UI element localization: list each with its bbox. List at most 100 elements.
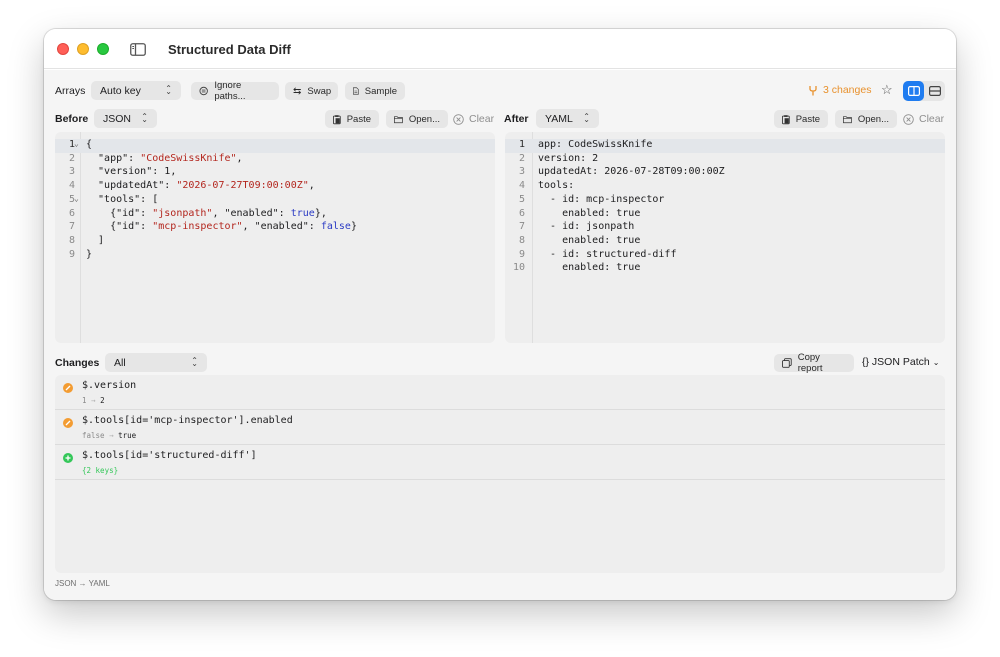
- star-icon: ☆: [881, 82, 893, 97]
- modified-icon: [63, 383, 73, 393]
- arrays-select-value: Auto key: [100, 84, 141, 97]
- line-number: 6: [518, 207, 525, 219]
- code-text: "tools": [: [86, 193, 159, 205]
- line-number: 2: [518, 152, 525, 164]
- chevron-down-icon: ⌄: [932, 357, 940, 367]
- sample-icon: [353, 87, 359, 95]
- clear-icon: [453, 113, 464, 125]
- modified-icon: [63, 418, 73, 428]
- changes-filter-value: All: [114, 356, 126, 369]
- favorite-button[interactable]: ☆: [881, 82, 893, 98]
- code-line: 1 app: CodeSwissKnife: [505, 139, 945, 153]
- after-editor[interactable]: 1 app: CodeSwissKnife 2 version: 2 3 upd…: [505, 132, 945, 343]
- before-format-value: JSON: [103, 112, 132, 125]
- chevron-updown-icon: ⌃ ⌄: [141, 112, 148, 124]
- code-text: app: CodeSwissKnife: [538, 139, 653, 150]
- code-line: 3 updatedAt: 2026-07-28T09:00:00Z: [505, 166, 945, 180]
- code-text: version: 2: [538, 152, 599, 164]
- change-item[interactable]: $.tools[id='mcp-inspector'].enabled fals…: [55, 410, 945, 445]
- export-format-label: {} JSON Patch: [862, 356, 930, 368]
- before-format-select[interactable]: JSON ⌃ ⌄: [94, 109, 157, 128]
- before-paste-button[interactable]: Paste: [325, 110, 379, 128]
- code-text: - id: mcp-inspector: [538, 193, 665, 205]
- changes-icon: [809, 85, 817, 95]
- before-open-button[interactable]: Open...: [386, 110, 448, 128]
- code-text: "updatedAt": "2026-07-27T09:00:00Z",: [86, 180, 315, 192]
- line-number: 8: [68, 234, 75, 246]
- line-number: 7: [68, 221, 75, 233]
- code-line: 1 ⌄ {: [55, 139, 495, 153]
- toggle-sidebar-button[interactable]: [126, 39, 150, 59]
- fold-chevron-icon[interactable]: ⌄: [74, 139, 79, 148]
- after-label: After: [504, 113, 529, 125]
- after-format-select[interactable]: YAML ⌃ ⌄: [536, 109, 599, 128]
- folder-icon: [394, 115, 403, 123]
- change-path: $.tools[id='mcp-inspector'].enabled: [82, 415, 293, 426]
- copy-report-label: Copy report: [797, 352, 823, 374]
- arrays-label: Arrays: [55, 85, 86, 97]
- code-line: 10 enabled: true: [505, 262, 945, 276]
- split-view-button[interactable]: [903, 81, 924, 101]
- fold-chevron-icon[interactable]: ⌄: [74, 194, 79, 203]
- stacked-view-icon: [928, 86, 941, 96]
- code-line: 2 "app": "CodeSwissKnife",: [55, 153, 495, 167]
- ignore-icon: [199, 86, 208, 96]
- line-number: 3: [518, 166, 525, 178]
- line-number: 5: [68, 193, 75, 205]
- line-number: 6: [68, 207, 75, 219]
- line-number: 4: [68, 180, 75, 192]
- line-number: 9: [518, 248, 525, 260]
- stacked-view-button[interactable]: [924, 81, 945, 101]
- zoom-window-button[interactable]: [97, 43, 109, 55]
- export-format-menu[interactable]: {} JSON Patch ⌄: [862, 356, 939, 368]
- line-number: 3: [68, 166, 75, 178]
- arrays-select[interactable]: Auto key ⌃ ⌄: [91, 81, 181, 100]
- changes-summary[interactable]: 3 changes: [808, 84, 871, 96]
- chevron-updown-icon: ⌃ ⌄: [191, 356, 198, 368]
- code-text: }: [86, 248, 93, 260]
- paste-icon: [782, 114, 790, 124]
- line-number: 2: [68, 152, 75, 164]
- code-line: 8 enabled: true: [505, 235, 945, 249]
- minimize-window-button[interactable]: [77, 43, 89, 55]
- copy-report-button[interactable]: Copy report: [774, 352, 854, 374]
- code-text: updatedAt: 2026-07-28T09:00:00Z: [538, 166, 725, 178]
- code-line: 3 "version": 1,: [55, 166, 495, 180]
- code-line: 2 version: 2: [505, 153, 945, 167]
- line-number: 7: [518, 221, 525, 233]
- code-text: enabled: true: [538, 207, 641, 219]
- clear-icon: [903, 113, 914, 125]
- change-detail: {2 keys}: [82, 466, 119, 475]
- change-item[interactable]: $.tools[id='structured-diff'] {2 keys}: [55, 445, 945, 480]
- added-icon: [63, 453, 73, 463]
- changes-filter-select[interactable]: All ⌃ ⌄: [105, 353, 207, 372]
- chevron-updown-icon: ⌃ ⌄: [583, 112, 590, 124]
- after-open-button[interactable]: Open...: [835, 110, 897, 128]
- before-editor[interactable]: 1 ⌄ { 2 "app": "CodeSwissKnife", 3 "vers…: [55, 132, 495, 343]
- close-window-button[interactable]: [57, 43, 69, 55]
- folder-icon: [843, 115, 852, 123]
- code-line: 9 - id: structured-diff: [505, 249, 945, 263]
- after-clear-button[interactable]: Clear: [903, 113, 944, 125]
- code-line: 6 {"id": "jsonpath", "enabled": true},: [55, 208, 495, 222]
- change-detail: false → true: [82, 431, 137, 440]
- app-window: Structured Data Diff Arrays Auto key ⌃ ⌄ …: [44, 29, 956, 600]
- change-detail: 1 → 2: [82, 396, 105, 405]
- before-clear-button[interactable]: Clear: [453, 113, 494, 125]
- line-number: 4: [518, 180, 525, 192]
- changes-list: $.version 1 → 2 $.tools[id='mcp-inspecto…: [55, 375, 945, 573]
- sample-button[interactable]: Sample: [345, 82, 405, 100]
- swap-label: Swap: [307, 85, 332, 97]
- line-number: 9: [68, 248, 75, 260]
- code-line: 6 enabled: true: [505, 208, 945, 222]
- ignore-paths-button[interactable]: Ignore paths...: [191, 80, 279, 102]
- after-paste-label: Paste: [795, 113, 820, 125]
- code-line: 5 - id: mcp-inspector: [505, 194, 945, 208]
- change-item[interactable]: $.version 1 → 2: [55, 375, 945, 410]
- chevron-updown-icon: ⌃ ⌄: [165, 84, 172, 96]
- after-paste-button[interactable]: Paste: [774, 110, 828, 128]
- line-number: 1: [68, 139, 75, 150]
- code-text: {"id": "jsonpath", "enabled": true},: [86, 207, 327, 219]
- swap-button[interactable]: ⇆ Swap: [285, 82, 338, 100]
- changes-label: Changes: [55, 357, 100, 369]
